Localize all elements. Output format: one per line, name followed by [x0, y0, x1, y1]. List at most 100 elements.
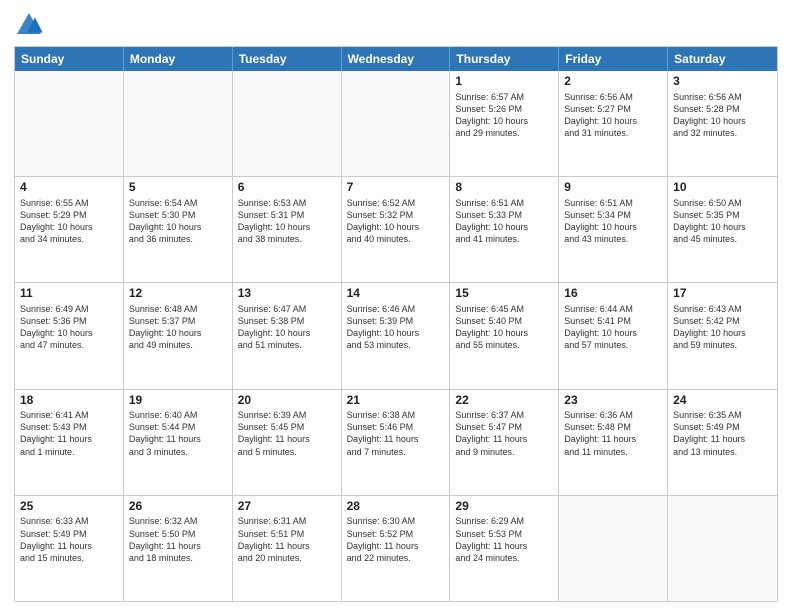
cal-cell: 19Sunrise: 6:40 AM Sunset: 5:44 PM Dayli…	[124, 390, 233, 495]
day-info: Sunrise: 6:57 AM Sunset: 5:26 PM Dayligh…	[455, 91, 553, 140]
cal-cell: 4Sunrise: 6:55 AM Sunset: 5:29 PM Daylig…	[15, 177, 124, 282]
day-number: 3	[673, 74, 772, 90]
logo	[14, 10, 48, 40]
cal-cell: 24Sunrise: 6:35 AM Sunset: 5:49 PM Dayli…	[668, 390, 777, 495]
day-info: Sunrise: 6:52 AM Sunset: 5:32 PM Dayligh…	[347, 197, 445, 246]
day-info: Sunrise: 6:48 AM Sunset: 5:37 PM Dayligh…	[129, 303, 227, 352]
cal-cell	[342, 71, 451, 176]
day-number: 16	[564, 286, 662, 302]
day-info: Sunrise: 6:47 AM Sunset: 5:38 PM Dayligh…	[238, 303, 336, 352]
cal-cell	[15, 71, 124, 176]
day-info: Sunrise: 6:50 AM Sunset: 5:35 PM Dayligh…	[673, 197, 772, 246]
cal-cell: 10Sunrise: 6:50 AM Sunset: 5:35 PM Dayli…	[668, 177, 777, 282]
cal-cell: 8Sunrise: 6:51 AM Sunset: 5:33 PM Daylig…	[450, 177, 559, 282]
day-number: 2	[564, 74, 662, 90]
day-number: 20	[238, 393, 336, 409]
day-info: Sunrise: 6:37 AM Sunset: 5:47 PM Dayligh…	[455, 409, 553, 458]
day-number: 8	[455, 180, 553, 196]
cal-cell	[233, 71, 342, 176]
cal-cell: 28Sunrise: 6:30 AM Sunset: 5:52 PM Dayli…	[342, 496, 451, 601]
cal-row-2: 11Sunrise: 6:49 AM Sunset: 5:36 PM Dayli…	[15, 282, 777, 388]
cal-cell: 16Sunrise: 6:44 AM Sunset: 5:41 PM Dayli…	[559, 283, 668, 388]
cal-header-cell-tuesday: Tuesday	[233, 47, 342, 71]
day-number: 18	[20, 393, 118, 409]
cal-row-3: 18Sunrise: 6:41 AM Sunset: 5:43 PM Dayli…	[15, 389, 777, 495]
cal-cell	[559, 496, 668, 601]
day-number: 23	[564, 393, 662, 409]
cal-cell: 26Sunrise: 6:32 AM Sunset: 5:50 PM Dayli…	[124, 496, 233, 601]
cal-cell: 1Sunrise: 6:57 AM Sunset: 5:26 PM Daylig…	[450, 71, 559, 176]
cal-cell: 25Sunrise: 6:33 AM Sunset: 5:49 PM Dayli…	[15, 496, 124, 601]
day-info: Sunrise: 6:41 AM Sunset: 5:43 PM Dayligh…	[20, 409, 118, 458]
day-number: 29	[455, 499, 553, 515]
day-info: Sunrise: 6:30 AM Sunset: 5:52 PM Dayligh…	[347, 515, 445, 564]
cal-cell: 29Sunrise: 6:29 AM Sunset: 5:53 PM Dayli…	[450, 496, 559, 601]
day-number: 17	[673, 286, 772, 302]
cal-cell	[124, 71, 233, 176]
day-number: 6	[238, 180, 336, 196]
day-number: 5	[129, 180, 227, 196]
cal-cell: 3Sunrise: 6:56 AM Sunset: 5:28 PM Daylig…	[668, 71, 777, 176]
day-number: 22	[455, 393, 553, 409]
cal-row-0: 1Sunrise: 6:57 AM Sunset: 5:26 PM Daylig…	[15, 71, 777, 176]
day-info: Sunrise: 6:31 AM Sunset: 5:51 PM Dayligh…	[238, 515, 336, 564]
cal-cell: 6Sunrise: 6:53 AM Sunset: 5:31 PM Daylig…	[233, 177, 342, 282]
header	[14, 10, 778, 40]
cal-header-cell-thursday: Thursday	[450, 47, 559, 71]
cal-header-cell-sunday: Sunday	[15, 47, 124, 71]
cal-cell: 9Sunrise: 6:51 AM Sunset: 5:34 PM Daylig…	[559, 177, 668, 282]
day-number: 7	[347, 180, 445, 196]
cal-row-4: 25Sunrise: 6:33 AM Sunset: 5:49 PM Dayli…	[15, 495, 777, 601]
cal-header-cell-saturday: Saturday	[668, 47, 777, 71]
cal-cell	[668, 496, 777, 601]
calendar-header-row: SundayMondayTuesdayWednesdayThursdayFrid…	[15, 47, 777, 71]
day-number: 28	[347, 499, 445, 515]
day-info: Sunrise: 6:51 AM Sunset: 5:34 PM Dayligh…	[564, 197, 662, 246]
cal-cell: 15Sunrise: 6:45 AM Sunset: 5:40 PM Dayli…	[450, 283, 559, 388]
day-info: Sunrise: 6:40 AM Sunset: 5:44 PM Dayligh…	[129, 409, 227, 458]
calendar: SundayMondayTuesdayWednesdayThursdayFrid…	[14, 46, 778, 602]
day-info: Sunrise: 6:29 AM Sunset: 5:53 PM Dayligh…	[455, 515, 553, 564]
page: SundayMondayTuesdayWednesdayThursdayFrid…	[0, 0, 792, 612]
day-info: Sunrise: 6:32 AM Sunset: 5:50 PM Dayligh…	[129, 515, 227, 564]
day-info: Sunrise: 6:46 AM Sunset: 5:39 PM Dayligh…	[347, 303, 445, 352]
day-number: 25	[20, 499, 118, 515]
day-number: 9	[564, 180, 662, 196]
cal-cell: 5Sunrise: 6:54 AM Sunset: 5:30 PM Daylig…	[124, 177, 233, 282]
day-number: 24	[673, 393, 772, 409]
day-info: Sunrise: 6:35 AM Sunset: 5:49 PM Dayligh…	[673, 409, 772, 458]
cal-cell: 20Sunrise: 6:39 AM Sunset: 5:45 PM Dayli…	[233, 390, 342, 495]
day-number: 27	[238, 499, 336, 515]
cal-cell: 12Sunrise: 6:48 AM Sunset: 5:37 PM Dayli…	[124, 283, 233, 388]
day-number: 12	[129, 286, 227, 302]
cal-cell: 14Sunrise: 6:46 AM Sunset: 5:39 PM Dayli…	[342, 283, 451, 388]
day-info: Sunrise: 6:53 AM Sunset: 5:31 PM Dayligh…	[238, 197, 336, 246]
day-info: Sunrise: 6:44 AM Sunset: 5:41 PM Dayligh…	[564, 303, 662, 352]
day-info: Sunrise: 6:51 AM Sunset: 5:33 PM Dayligh…	[455, 197, 553, 246]
day-info: Sunrise: 6:55 AM Sunset: 5:29 PM Dayligh…	[20, 197, 118, 246]
day-number: 13	[238, 286, 336, 302]
day-info: Sunrise: 6:38 AM Sunset: 5:46 PM Dayligh…	[347, 409, 445, 458]
day-number: 26	[129, 499, 227, 515]
day-info: Sunrise: 6:54 AM Sunset: 5:30 PM Dayligh…	[129, 197, 227, 246]
cal-cell: 22Sunrise: 6:37 AM Sunset: 5:47 PM Dayli…	[450, 390, 559, 495]
day-info: Sunrise: 6:43 AM Sunset: 5:42 PM Dayligh…	[673, 303, 772, 352]
cal-header-cell-wednesday: Wednesday	[342, 47, 451, 71]
cal-cell: 18Sunrise: 6:41 AM Sunset: 5:43 PM Dayli…	[15, 390, 124, 495]
cal-cell: 21Sunrise: 6:38 AM Sunset: 5:46 PM Dayli…	[342, 390, 451, 495]
cal-header-cell-friday: Friday	[559, 47, 668, 71]
day-number: 10	[673, 180, 772, 196]
day-info: Sunrise: 6:36 AM Sunset: 5:48 PM Dayligh…	[564, 409, 662, 458]
day-number: 11	[20, 286, 118, 302]
day-number: 1	[455, 74, 553, 90]
cal-header-cell-monday: Monday	[124, 47, 233, 71]
day-number: 19	[129, 393, 227, 409]
day-number: 4	[20, 180, 118, 196]
day-info: Sunrise: 6:49 AM Sunset: 5:36 PM Dayligh…	[20, 303, 118, 352]
day-info: Sunrise: 6:45 AM Sunset: 5:40 PM Dayligh…	[455, 303, 553, 352]
cal-cell: 17Sunrise: 6:43 AM Sunset: 5:42 PM Dayli…	[668, 283, 777, 388]
day-info: Sunrise: 6:56 AM Sunset: 5:28 PM Dayligh…	[673, 91, 772, 140]
cal-cell: 11Sunrise: 6:49 AM Sunset: 5:36 PM Dayli…	[15, 283, 124, 388]
cal-cell: 23Sunrise: 6:36 AM Sunset: 5:48 PM Dayli…	[559, 390, 668, 495]
cal-cell: 27Sunrise: 6:31 AM Sunset: 5:51 PM Dayli…	[233, 496, 342, 601]
